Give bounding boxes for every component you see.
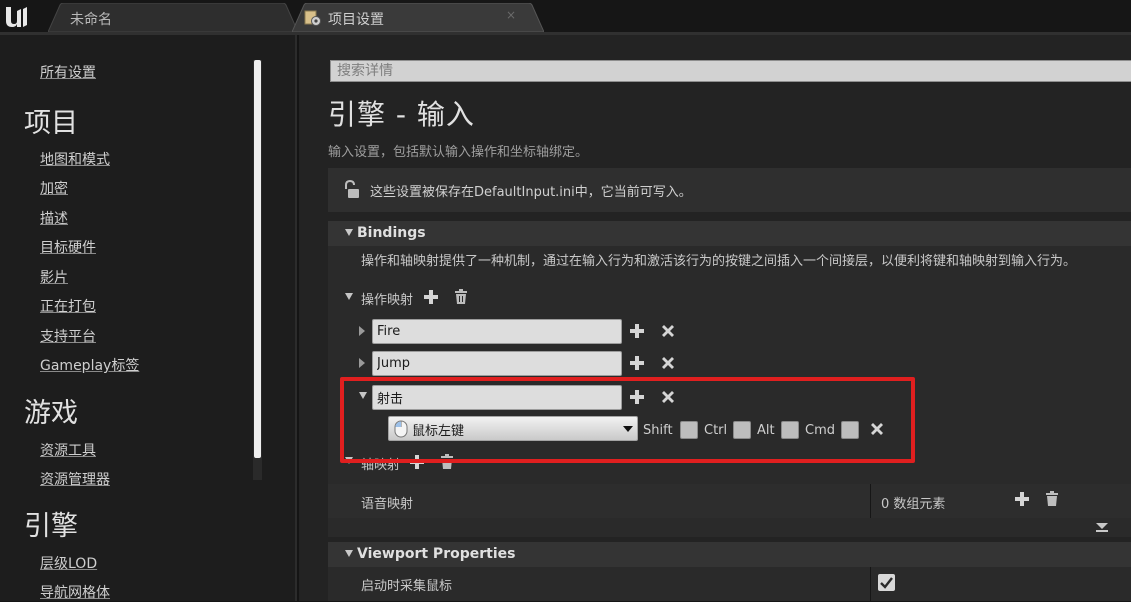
sidebar-header-project: 项目: [24, 108, 78, 139]
advanced-expand-arrow-icon[interactable]: [1096, 523, 1108, 529]
expand-jump-icon[interactable]: [359, 358, 365, 368]
sidebar-item-encryption[interactable]: 加密: [40, 178, 68, 198]
tab-project-settings[interactable]: 项目设置 ×: [292, 3, 544, 32]
settings-gear-icon: [304, 10, 321, 26]
voice-mappings-label: 语音映射: [361, 497, 414, 512]
capture-mouse-checkbox[interactable]: [878, 574, 895, 591]
sidebar-item-all-settings[interactable]: 所有设置: [40, 62, 96, 82]
sidebar-item-navmesh[interactable]: 导航网格体: [40, 582, 110, 602]
add-action-mapping-plus-icon[interactable]: [423, 289, 439, 305]
add-key-jump-plus-icon[interactable]: [629, 355, 645, 371]
sidebar-item-packaging[interactable]: 正在打包: [40, 296, 96, 316]
sidebar-header-game: 游戏: [24, 398, 78, 429]
add-key-fire-plus-icon[interactable]: [629, 323, 645, 339]
add-voice-mapping-plus-icon[interactable]: [1014, 491, 1030, 507]
action-name-input-jump[interactable]: [372, 351, 622, 376]
voice-mappings-count: 0 数组元素: [881, 497, 946, 512]
config-notice-banner: 这些设置被保存在DefaultInput.ini中，它当前可写入。: [328, 168, 1131, 212]
sidebar-scrollbar-thumb[interactable]: [254, 60, 261, 458]
viewport-properties-header[interactable]: Viewport Properties: [328, 542, 1131, 567]
sidebar-header-engine: 引擎: [24, 511, 78, 542]
sidebar-item-supported-platforms[interactable]: 支持平台: [40, 326, 96, 346]
red-highlight-annotation: [340, 377, 915, 463]
tab-untitled[interactable]: 未命名: [48, 3, 298, 32]
action-mappings-label: 操作映射: [361, 293, 414, 308]
unreal-logo-icon[interactable]: [2, 3, 32, 31]
action-mappings-expand-icon[interactable]: [345, 293, 353, 300]
bindings-title: Bindings: [357, 225, 426, 241]
sidebar-item-target-hardware[interactable]: 目标硬件: [40, 237, 96, 257]
bindings-header[interactable]: Bindings: [328, 221, 1131, 246]
sidebar-item-hlod[interactable]: 层级LOD: [40, 553, 97, 573]
clear-action-mappings-trash-icon[interactable]: [453, 289, 469, 305]
viewport-properties-title: Viewport Properties: [357, 546, 516, 562]
advanced-expand-bar: [1096, 530, 1108, 532]
unlocked-padlock-icon: [345, 180, 359, 198]
page-title: 引擎 - 输入: [328, 98, 475, 131]
tab-close-icon[interactable]: ×: [506, 8, 516, 22]
clear-voice-mappings-trash-icon[interactable]: [1044, 491, 1060, 507]
search-details-input[interactable]: [330, 60, 1131, 82]
action-name-input-fire[interactable]: [372, 319, 622, 344]
sidebar-divider: [295, 35, 297, 601]
bindings-description: 操作和轴映射提供了一种机制，通过在输入行为和激活该行为的按键之间插入一个间接层，…: [361, 254, 1077, 269]
sidebar-item-maps-modes[interactable]: 地图和模式: [40, 149, 110, 169]
capture-mouse-label: 启动时采集鼠标: [361, 579, 453, 594]
sidebar-item-description[interactable]: 描述: [40, 208, 68, 228]
sidebar-item-asset-manager[interactable]: 资源管理器: [40, 469, 110, 489]
sidebar-item-asset-tools[interactable]: 资源工具: [40, 440, 96, 460]
column-divider: [870, 484, 871, 518]
tab-bar: 未命名 项目设置 ×: [0, 0, 1131, 35]
tab-label: 未命名: [70, 12, 112, 28]
remove-jump-close-icon[interactable]: [660, 355, 676, 371]
column-divider: [870, 567, 871, 601]
checkmark-icon: [880, 577, 893, 589]
sidebar-item-gameplay-tags[interactable]: Gameplay标签: [40, 355, 139, 375]
sidebar-item-movies[interactable]: 影片: [40, 267, 68, 287]
details-panel: 引擎 - 输入 输入设置，包括默认输入操作和坐标轴绑定。 这些设置被保存在Def…: [299, 35, 1131, 601]
tab-label: 项目设置: [328, 12, 384, 28]
remove-fire-close-icon[interactable]: [660, 323, 676, 339]
notice-text: 这些设置被保存在DefaultInput.ini中，它当前可写入。: [370, 185, 692, 200]
settings-sidebar: 所有设置 项目 地图和模式 加密 描述 目标硬件 影片 正在打包 支持平台 Ga…: [0, 35, 297, 601]
collapse-arrow-icon[interactable]: [345, 550, 353, 557]
expand-fire-icon[interactable]: [359, 326, 365, 336]
collapse-arrow-icon[interactable]: [345, 229, 353, 236]
voice-mappings-row: 语音映射 0 数组元素: [328, 484, 1131, 518]
page-subtitle: 输入设置，包括默认输入操作和坐标轴绑定。: [328, 145, 589, 160]
viewport-properties-section: Viewport Properties 启动时采集鼠标: [328, 542, 1131, 601]
